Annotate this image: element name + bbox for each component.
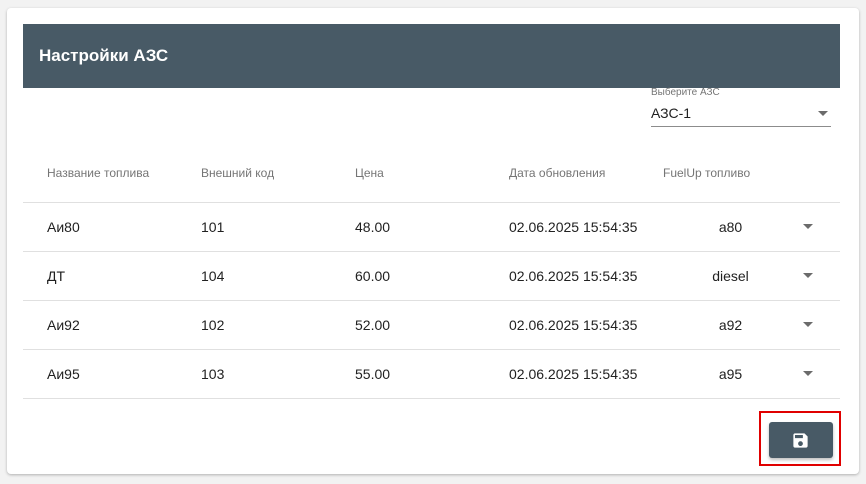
select-underline	[651, 126, 831, 127]
cell-fuel-name: Аи80	[47, 219, 80, 235]
station-select[interactable]: Выберите АЗС АЗС-1	[651, 86, 831, 128]
cell-price: 60.00	[355, 268, 391, 284]
table-row: Аи80 101 48.00 02.06.2025 15:54:35 a80	[23, 203, 840, 252]
chevron-down-icon	[803, 322, 813, 327]
table-header-row: Название топлива Внешний код Цена Дата о…	[23, 146, 840, 203]
station-select-label: Выберите АЗС	[651, 87, 720, 98]
cell-external-code: 103	[201, 366, 225, 382]
save-button[interactable]	[769, 422, 833, 458]
fuelup-fuel-value: a95	[718, 366, 743, 382]
cell-external-code: 104	[201, 268, 225, 284]
fuelup-fuel-value: a92	[718, 317, 743, 333]
cell-update-date: 02.06.2025 15:54:35	[509, 219, 638, 235]
table-row: Аи92 102 52.00 02.06.2025 15:54:35 a92	[23, 301, 840, 350]
card-header: Настройки АЗС	[23, 24, 840, 88]
cell-price: 55.00	[355, 366, 391, 382]
column-header-fuelup-fuel: FuelUp топливо	[663, 166, 751, 180]
cell-external-code: 102	[201, 317, 225, 333]
page-title: Настройки АЗС	[39, 46, 169, 65]
table-row: ДТ 104 60.00 02.06.2025 15:54:35 diesel	[23, 252, 840, 301]
cell-fuel-name: Аи92	[47, 317, 80, 333]
fuelup-fuel-value: diesel	[712, 268, 749, 284]
fuelup-fuel-select[interactable]: a95	[663, 350, 823, 398]
cell-price: 52.00	[355, 317, 391, 333]
chevron-down-icon	[803, 371, 813, 376]
fuelup-fuel-select[interactable]: a80	[663, 203, 823, 251]
cell-fuel-name: ДТ	[47, 268, 66, 284]
fuel-table: Название топлива Внешний код Цена Дата о…	[23, 146, 840, 399]
station-settings-card: Настройки АЗС Выберите АЗС АЗС-1 Названи…	[7, 8, 859, 474]
station-select-value: АЗС-1	[651, 105, 692, 121]
fuelup-fuel-value: a80	[718, 219, 743, 235]
chevron-down-icon	[803, 273, 813, 278]
fuelup-fuel-select[interactable]: diesel	[663, 252, 823, 300]
chevron-down-icon	[818, 111, 828, 116]
column-header-fuel-name: Название топлива	[47, 166, 150, 180]
fuelup-fuel-select[interactable]: a92	[663, 301, 823, 349]
floppy-disk-icon	[793, 433, 808, 448]
cell-update-date: 02.06.2025 15:54:35	[509, 317, 638, 333]
cell-fuel-name: Аи95	[47, 366, 80, 382]
table-row: Аи95 103 55.00 02.06.2025 15:54:35 a95	[23, 350, 840, 399]
cell-update-date: 02.06.2025 15:54:35	[509, 268, 638, 284]
column-header-external-code: Внешний код	[201, 166, 275, 180]
cell-price: 48.00	[355, 219, 391, 235]
column-header-update-date: Дата обновления	[509, 166, 606, 180]
cell-update-date: 02.06.2025 15:54:35	[509, 366, 638, 382]
chevron-down-icon	[803, 224, 813, 229]
column-header-price: Цена	[355, 166, 384, 180]
cell-external-code: 101	[201, 219, 225, 235]
